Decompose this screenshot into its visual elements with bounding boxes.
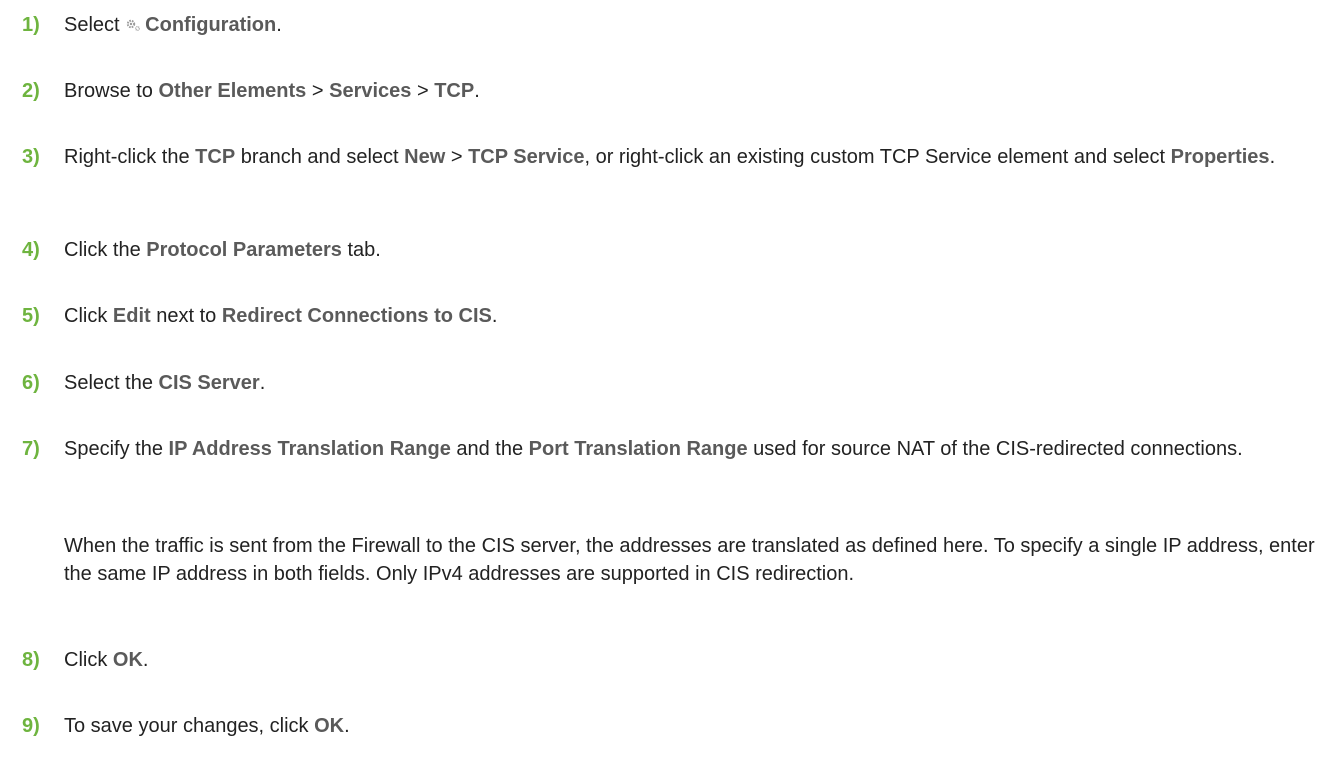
step-text-fragment: Specify the [64, 438, 169, 460]
step-text-fragment: , or right-click an existing custom TCP … [584, 146, 1171, 168]
step-text-fragment: > [306, 80, 330, 102]
step-text: Click OK. [64, 646, 1332, 674]
step-text: Browse to Other Elements > Services > TC… [64, 77, 1332, 105]
ui-term: Services [329, 80, 412, 102]
step-text: Select the CIS Server. [64, 369, 1332, 397]
ui-term: Port Translation Range [528, 438, 748, 460]
ui-term: Configuration [145, 14, 277, 36]
ui-term: TCP [195, 146, 236, 168]
step-text-fragment: To save your changes, click [64, 715, 315, 737]
ui-term: Other Elements [158, 80, 307, 102]
step-text-fragment: and the [450, 438, 529, 460]
step-text-fragment: . [491, 305, 498, 327]
step-number: 6) [22, 372, 40, 394]
step-number: 9) [22, 715, 40, 737]
step-text: Click Edit next to Redirect Connections … [64, 302, 1332, 330]
ui-term: New [404, 146, 446, 168]
ui-term: IP Address Translation Range [168, 438, 451, 460]
step-number: 8) [22, 649, 40, 671]
step-text-fragment: used for source NAT of the CIS-redirecte… [747, 438, 1243, 460]
step-text-fragment: Browse to [64, 80, 159, 102]
step-text-fragment: Select [64, 14, 126, 36]
ui-term: Properties [1170, 146, 1270, 168]
ui-term: OK [314, 715, 345, 737]
ui-term: TCP Service [468, 146, 585, 168]
step-note: When the traffic is sent from the Firewa… [64, 535, 1315, 585]
step-text-fragment: . [276, 14, 282, 36]
ui-term: Edit [112, 305, 151, 327]
step-text: Click the Protocol Parameters tab. [64, 236, 1332, 264]
step-text-fragment: . [142, 649, 149, 671]
step-number: 4) [22, 239, 40, 261]
step-text: To save your changes, click OK. [64, 712, 1332, 740]
step-text: Right-click the TCP branch and select Ne… [64, 143, 1332, 171]
step-number: 1) [22, 14, 40, 36]
step-text-fragment: > [411, 80, 435, 102]
step-number: 5) [22, 305, 40, 327]
step-text-fragment: Click [64, 649, 113, 671]
step-number: 3) [22, 146, 40, 168]
step-text-fragment: Select the [64, 372, 159, 394]
step-text-fragment: . [1269, 146, 1276, 168]
step-text-fragment: > [445, 146, 469, 168]
ui-term: TCP [434, 80, 475, 102]
step-text-fragment: Right-click the [64, 146, 196, 168]
step-text-fragment: Click [64, 305, 113, 327]
step-number: 2) [22, 80, 40, 102]
ui-term: CIS Server [158, 372, 260, 394]
ui-term: Protocol Parameters [146, 239, 342, 261]
step-number: 7) [22, 438, 40, 460]
ui-term: Redirect Connections to CIS [221, 305, 492, 327]
step-text-fragment: Click the [64, 239, 147, 261]
step-text-fragment: branch and select [235, 146, 405, 168]
step-text: Specify the IP Address Translation Range… [64, 435, 1332, 463]
gear-icon [125, 12, 141, 31]
step-text-fragment: . [344, 715, 350, 737]
step-text: Select Configuration. [64, 11, 1332, 39]
ui-term: OK [112, 649, 143, 671]
step-text-fragment: tab. [341, 239, 381, 261]
step-text-fragment: next to [150, 305, 222, 327]
step-text-fragment: . [259, 372, 266, 394]
step-text-fragment: . [474, 80, 480, 102]
